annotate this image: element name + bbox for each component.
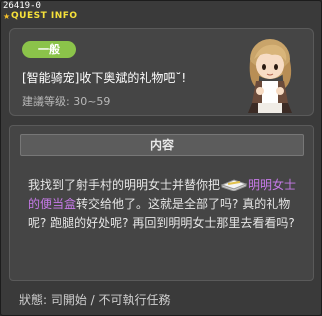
title-bar[interactable]: 26419-0 ★ QUEST INFO (1, 1, 321, 25)
quest-id: 26419-0 (3, 1, 41, 11)
npc-portrait-icon (248, 39, 292, 113)
description-text-1: 我找到了射手村的明明女士并替你把 (28, 178, 221, 192)
quest-summary-panel: 一般 [智能骑宠]收下奥斌的礼物吧˘! 建議等级: 30~59 (9, 28, 314, 116)
content-heading: 内容 (20, 134, 304, 156)
quest-content-panel: 内容 我找到了射手村的明明女士并替你把 明明女士的便当盒转交给他了。这就是全部了… (9, 125, 314, 281)
quest-info-window: 26419-0 ★ QUEST INFO 一般 [智能骑宠]收下奥斌的礼物吧˘!… (0, 0, 322, 316)
window-title: QUEST INFO (11, 11, 78, 21)
lunchbox-icon (220, 179, 248, 191)
quest-description: 我找到了射手村的明明女士并替你把 明明女士的便当盒转交给他了。这就是全部了吗? … (28, 176, 298, 233)
recommended-level: 建議等级: 30~59 (22, 95, 111, 108)
quest-status: 狀態: 司開始 / 不可執行任務 (19, 293, 171, 307)
quest-type-badge: 一般 (22, 41, 76, 58)
quest-title: [智能骑宠]收下奥斌的礼物吧˘! (22, 71, 187, 85)
star-icon: ★ (3, 12, 11, 21)
